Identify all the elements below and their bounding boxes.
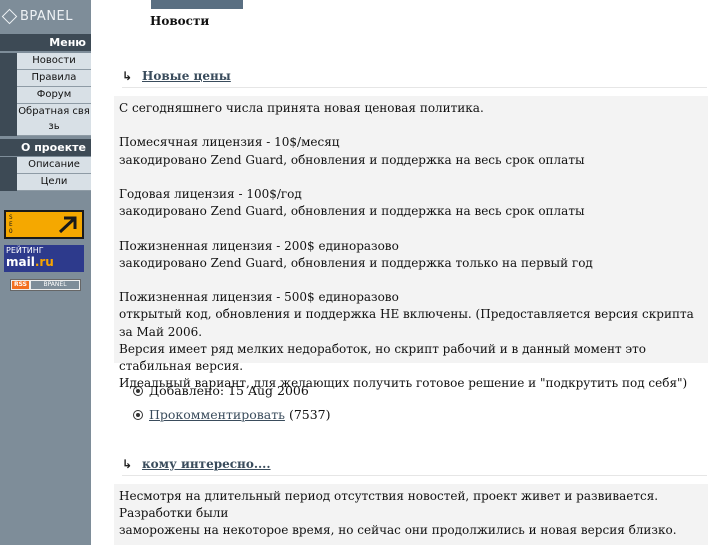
- rss-label: RSS: [12, 281, 29, 289]
- rss-bpanel-label: BPANEL: [31, 281, 79, 289]
- menu-item-news[interactable]: Новости: [0, 53, 91, 70]
- logo-text: BPANEL: [20, 8, 74, 24]
- menu-item-label: Правила: [17, 70, 91, 87]
- menu-item-label: Форум: [17, 87, 91, 104]
- about-header: О проекте: [0, 139, 91, 156]
- menu-item-label: Описание: [17, 157, 91, 174]
- mail-rating-label: РЕЙТИНГ: [6, 246, 44, 255]
- comment-link[interactable]: Прокомментировать: [149, 407, 285, 422]
- sidebar: BPANEL Меню Новости Правила Форум Обратн…: [0, 0, 91, 545]
- seo-badge-text: SEO: [9, 214, 13, 235]
- page-title: Новости: [150, 14, 210, 28]
- menu-item-goals[interactable]: Цели: [0, 174, 91, 191]
- mail-brand: mail: [6, 255, 35, 269]
- menu-item-label: Цели: [17, 174, 91, 191]
- logo-diamond-icon: [1, 8, 18, 24]
- menu-item-rules[interactable]: Правила: [0, 70, 91, 87]
- news-body: Несмотря на длительный период отсутствия…: [114, 484, 708, 545]
- mail-suffix: .ru: [34, 255, 54, 269]
- menu-item-label: Новости: [17, 53, 91, 70]
- news-header: ↳ кому интересно....: [122, 457, 707, 476]
- bullet-icon: [133, 385, 143, 396]
- menu-item-description[interactable]: Описание: [0, 157, 91, 174]
- mail-rating-badge[interactable]: РЕЙТИНГ mail.ru: [4, 245, 84, 272]
- menu-header: Меню: [0, 34, 91, 51]
- arrow-up-right-icon: [58, 216, 77, 234]
- menu-item-forum[interactable]: Форум: [0, 87, 91, 104]
- news-comment-row: Прокомментировать (7537): [133, 407, 331, 422]
- news-added-row: Добавлено: 15 Aug 2006: [133, 383, 309, 398]
- seo-badge[interactable]: SEO: [4, 210, 84, 239]
- news-header: ↳ Новые цены: [122, 69, 707, 88]
- menu-item-feedback[interactable]: Обратная связь: [0, 104, 91, 136]
- news-title-link[interactable]: кому интересно....: [142, 457, 271, 471]
- about-menu: Описание Цели: [0, 157, 91, 191]
- site-logo[interactable]: BPANEL: [1, 6, 74, 26]
- rss-badge[interactable]: RSS BPANEL: [10, 279, 81, 291]
- main-menu: Новости Правила Форум Обратная связь: [0, 53, 91, 136]
- comment-count: (7537): [288, 407, 331, 422]
- header-strip: [151, 0, 243, 9]
- news-body: С сегодняшнего числа принята новая ценов…: [114, 96, 708, 390]
- news-added-date: Добавлено: 15 Aug 2006: [149, 383, 309, 398]
- arrow-return-icon: ↳: [122, 69, 133, 83]
- arrow-return-icon: ↳: [122, 457, 133, 471]
- bullet-icon: [133, 409, 143, 420]
- menu-item-label: Обратная связь: [17, 104, 91, 136]
- news-title-link[interactable]: Новые цены: [142, 69, 231, 83]
